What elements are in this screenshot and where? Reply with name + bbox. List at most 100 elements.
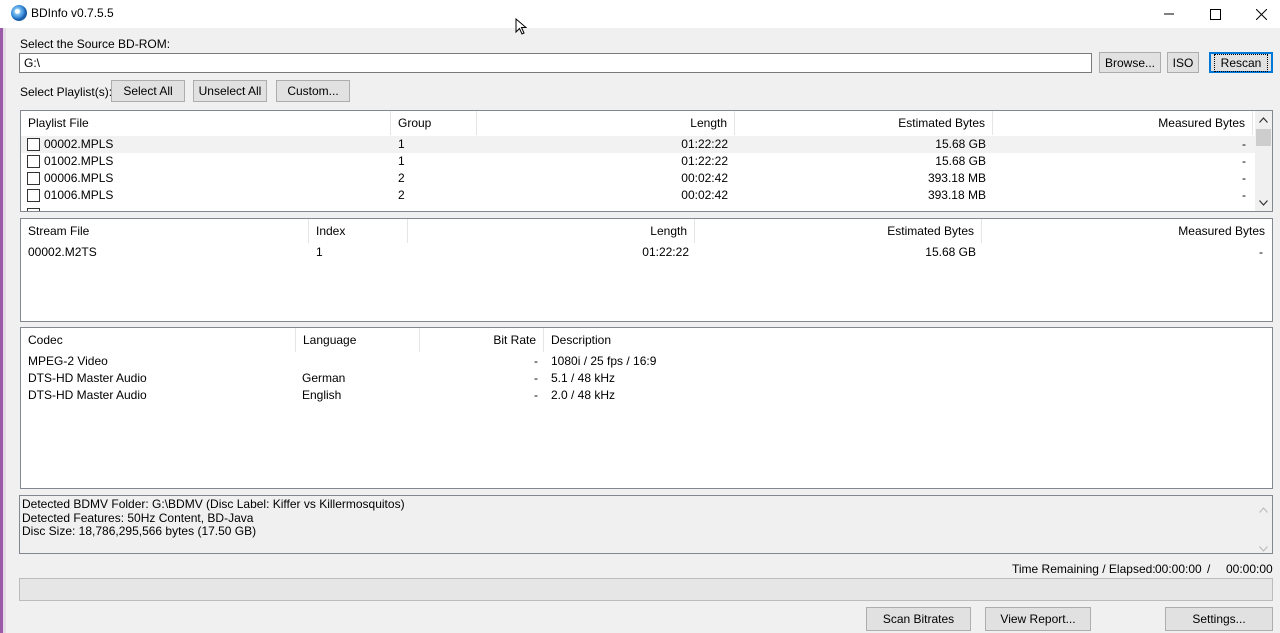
status-text: Detected BDMV Folder: G:\BDMV (Disc Labe… [20,496,1272,541]
column-playlist-file[interactable]: Playlist File [21,111,391,135]
codec-row[interactable]: DTS-HD Master Audio English - 2.0 / 48 k… [21,387,1272,404]
iso-button[interactable]: ISO [1167,52,1199,73]
scan-bitrates-button[interactable]: Scan Bitrates [866,607,971,631]
rescan-button[interactable]: Rescan [1209,52,1273,73]
scroll-down-icon[interactable] [1259,541,1268,555]
playlist-file: 00002.MPLS [44,137,114,151]
playlist-list[interactable]: Playlist File Group Length Estimated Byt… [20,110,1273,212]
maximize-icon [1209,8,1221,20]
playlist-checkbox[interactable] [27,155,40,168]
app-disc-icon [11,5,27,21]
column-index[interactable]: Index [309,219,408,243]
playlist-scrollbar[interactable] [1255,111,1272,211]
codec-row[interactable]: MPEG-2 Video - 1080i / 25 fps / 16:9 [21,353,1272,370]
codec-name: DTS-HD Master Audio [28,371,147,385]
settings-button[interactable]: Settings... [1165,607,1273,631]
codec-bitrate: - [534,371,538,385]
playlist-file: 01006.MPLS [44,188,114,202]
stream-file-list[interactable]: Stream File Index Length Estimated Bytes… [20,218,1273,322]
close-icon [1255,8,1267,20]
time-label: Time Remaining / Elapsed: [1012,562,1156,576]
time-elapsed: 00:00:00 [1226,562,1273,576]
minimize-button[interactable] [1146,0,1192,28]
custom-button[interactable]: Custom... [276,80,350,102]
codec-name: MPEG-2 Video [28,354,108,368]
select-playlists-label: Select Playlist(s): [20,85,113,99]
time-remaining: 00:00:00 [1155,562,1202,576]
column-length[interactable]: Length [408,219,695,243]
status-textbox[interactable]: Detected BDMV Folder: G:\BDMV (Disc Labe… [19,495,1273,554]
scroll-down-icon[interactable] [1255,194,1272,211]
stream-file: 00002.M2TS [28,245,97,259]
playlist-checkbox[interactable] [27,138,40,151]
playlist-row[interactable]: 00002.MPLS 1 01:22:22 15.68 GB - [21,136,1272,153]
codec-row[interactable]: DTS-HD Master Audio German - 5.1 / 48 kH… [21,370,1272,387]
column-length[interactable]: Length [477,111,735,135]
playlist-estimated: 393.18 MB [927,171,986,185]
source-path-input[interactable]: G:\ [19,53,1092,73]
playlist-measured: - [1242,188,1246,202]
codec-description: 1080i / 25 fps / 16:9 [551,354,657,368]
column-group[interactable]: Group [391,111,477,135]
playlist-estimated: 15.68 GB [935,154,986,168]
playlist-length: 01:22:22 [681,137,728,151]
status-line: Detected BDMV Folder: G:\BDMV (Disc Labe… [22,497,405,511]
playlist-measured: - [1242,171,1246,185]
playlist-file: ..... [44,206,61,211]
playlist-row-partial[interactable]: ..... [21,206,1272,211]
playlist-length: 00:02:42 [681,188,728,202]
time-separator: / [1207,562,1211,576]
title-bar: BDInfo v0.7.5.5 [0,0,1280,28]
playlist-estimated: 15.68 GB [935,137,986,151]
stream-row[interactable]: 00002.M2TS 1 01:22:22 15.68 GB - [21,244,1272,261]
playlist-length: 01:22:22 [681,154,728,168]
stream-index: 1 [316,245,323,259]
progress-bar [19,578,1273,601]
playlist-estimated: 393.18 MB [927,188,986,202]
codec-language: English [302,388,342,402]
status-scrollbar[interactable] [1255,496,1272,553]
playlist-checkbox[interactable] [27,189,40,202]
column-stream-file[interactable]: Stream File [21,219,309,243]
window-edge-inner [3,28,6,633]
column-bit-rate[interactable]: Bit Rate [420,328,544,352]
playlist-group: 2 [398,171,405,185]
scroll-thumb[interactable] [1256,129,1271,146]
codec-description: 5.1 / 48 kHz [551,371,616,385]
status-line: Detected Features: 50Hz Content, BD-Java [22,510,254,525]
stream-estimated: 15.68 GB [925,245,976,259]
view-report-button[interactable]: View Report... [985,607,1091,631]
scroll-up-icon[interactable] [1255,111,1272,128]
window-title: BDInfo v0.7.5.5 [31,6,114,20]
playlist-group: 1 [398,137,405,151]
column-codec[interactable]: Codec [21,328,296,352]
rescan-label: Rescan [1213,53,1269,72]
codec-name: DTS-HD Master Audio [28,388,147,402]
codec-list[interactable]: Codec Language Bit Rate Description MPEG… [20,327,1273,489]
codec-language: German [302,371,346,385]
browse-button[interactable]: Browse... [1099,52,1161,73]
column-measured-bytes[interactable]: Measured Bytes [982,219,1272,243]
playlist-checkbox[interactable] [27,172,40,185]
close-button[interactable] [1238,0,1280,28]
playlist-row[interactable]: 01006.MPLS 2 00:02:42 393.18 MB - [21,187,1272,204]
playlist-file: 00006.MPLS [44,171,114,185]
playlist-measured: - [1242,137,1246,151]
scroll-up-icon[interactable] [1259,502,1268,516]
playlist-length: 00:02:42 [681,171,728,185]
maximize-button[interactable] [1192,0,1238,28]
column-description[interactable]: Description [544,328,1272,352]
playlist-row[interactable]: 00006.MPLS 2 00:02:42 393.18 MB - [21,170,1272,187]
select-all-button[interactable]: Select All [111,80,185,102]
unselect-all-button[interactable]: Unselect All [193,80,267,102]
column-estimated-bytes[interactable]: Estimated Bytes [695,219,982,243]
column-measured-bytes[interactable]: Measured Bytes [993,111,1253,135]
minimize-icon [1164,13,1174,15]
column-estimated-bytes[interactable]: Estimated Bytes [735,111,993,135]
playlist-row[interactable]: 01002.MPLS 1 01:22:22 15.68 GB - [21,153,1272,170]
column-language[interactable]: Language [296,328,420,352]
playlist-checkbox[interactable] [27,208,40,211]
codec-bitrate: - [534,354,538,368]
playlist-group: 1 [398,154,405,168]
codec-bitrate: - [534,388,538,402]
